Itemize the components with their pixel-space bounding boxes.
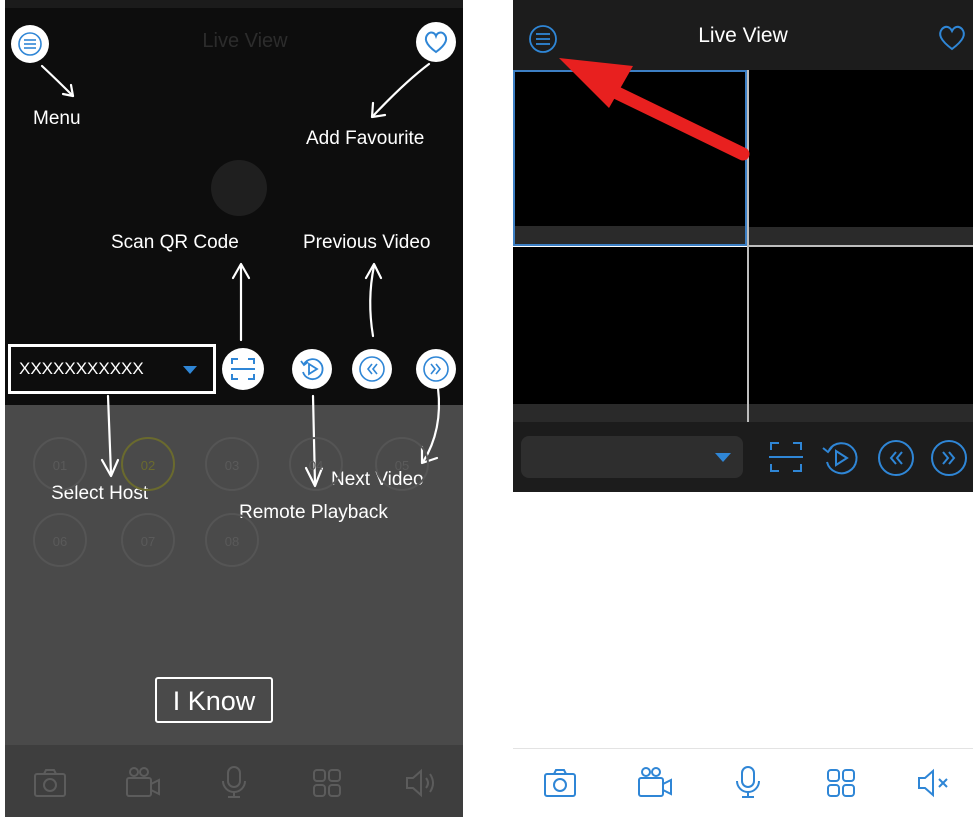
live-view-screen: Live View xyxy=(513,0,973,817)
tile-status-strip xyxy=(749,227,973,245)
channel-button: 05 xyxy=(375,437,429,491)
scan-qr-icon xyxy=(231,358,255,380)
grid-divider xyxy=(747,246,973,247)
i-know-button[interactable]: I Know xyxy=(155,677,273,723)
red-pointer-arrow xyxy=(559,58,750,161)
video-tile[interactable] xyxy=(749,70,973,246)
next-video-icon xyxy=(423,356,449,382)
arrow-favourite xyxy=(371,62,431,118)
previous-video-icon[interactable] xyxy=(876,438,916,478)
channel-button: 04 xyxy=(289,437,343,491)
video-tile[interactable] xyxy=(749,247,973,422)
channel-button: 07 xyxy=(121,513,175,567)
channel-button: 06 xyxy=(33,513,87,567)
scan-qr-icon[interactable] xyxy=(766,437,806,477)
tutorial-overlay-screen: Live View Menu Add Favourite Scan QR Cod… xyxy=(5,0,463,817)
tile-status-strip xyxy=(749,404,973,422)
microphone-icon[interactable] xyxy=(733,764,763,800)
next-video-button[interactable] xyxy=(416,349,456,389)
host-select[interactable] xyxy=(521,436,743,478)
arrow-menu xyxy=(40,64,75,98)
chevron-down-icon xyxy=(715,453,731,462)
channel-button: 03 xyxy=(205,437,259,491)
tile-status-strip xyxy=(515,226,745,244)
video-record-icon[interactable] xyxy=(635,766,675,800)
previous-video-button[interactable] xyxy=(352,349,392,389)
video-tile[interactable] xyxy=(513,247,747,422)
remote-playback-button[interactable] xyxy=(292,349,332,389)
previous-video-icon xyxy=(359,356,385,382)
next-video-icon[interactable] xyxy=(929,438,969,478)
channel-button: 08 xyxy=(205,513,259,567)
camera-icon[interactable] xyxy=(542,766,578,800)
video-record-icon xyxy=(126,767,160,797)
camera-icon xyxy=(34,769,66,797)
grid-icon xyxy=(313,769,341,797)
grid-icon[interactable] xyxy=(825,767,857,799)
arrow-select-host xyxy=(106,394,113,476)
channel-button: 02 xyxy=(121,437,175,491)
remote-playback-icon xyxy=(300,358,324,381)
host-select-value: XXXXXXXXXXX xyxy=(19,359,144,378)
chevron-down-icon xyxy=(183,366,197,374)
host-select[interactable]: XXXXXXXXXXX xyxy=(8,344,216,394)
page-title: Live View xyxy=(698,24,788,47)
scan-qr-button[interactable] xyxy=(222,348,264,390)
microphone-icon xyxy=(222,766,246,798)
arrow-previous xyxy=(369,264,376,338)
channel-button: 01 xyxy=(33,437,87,491)
tile-status-strip xyxy=(513,404,747,422)
speaker-icon xyxy=(406,768,434,798)
remote-playback-icon[interactable] xyxy=(819,438,861,478)
heart-icon[interactable] xyxy=(936,24,968,52)
mute-icon[interactable] xyxy=(915,767,953,799)
